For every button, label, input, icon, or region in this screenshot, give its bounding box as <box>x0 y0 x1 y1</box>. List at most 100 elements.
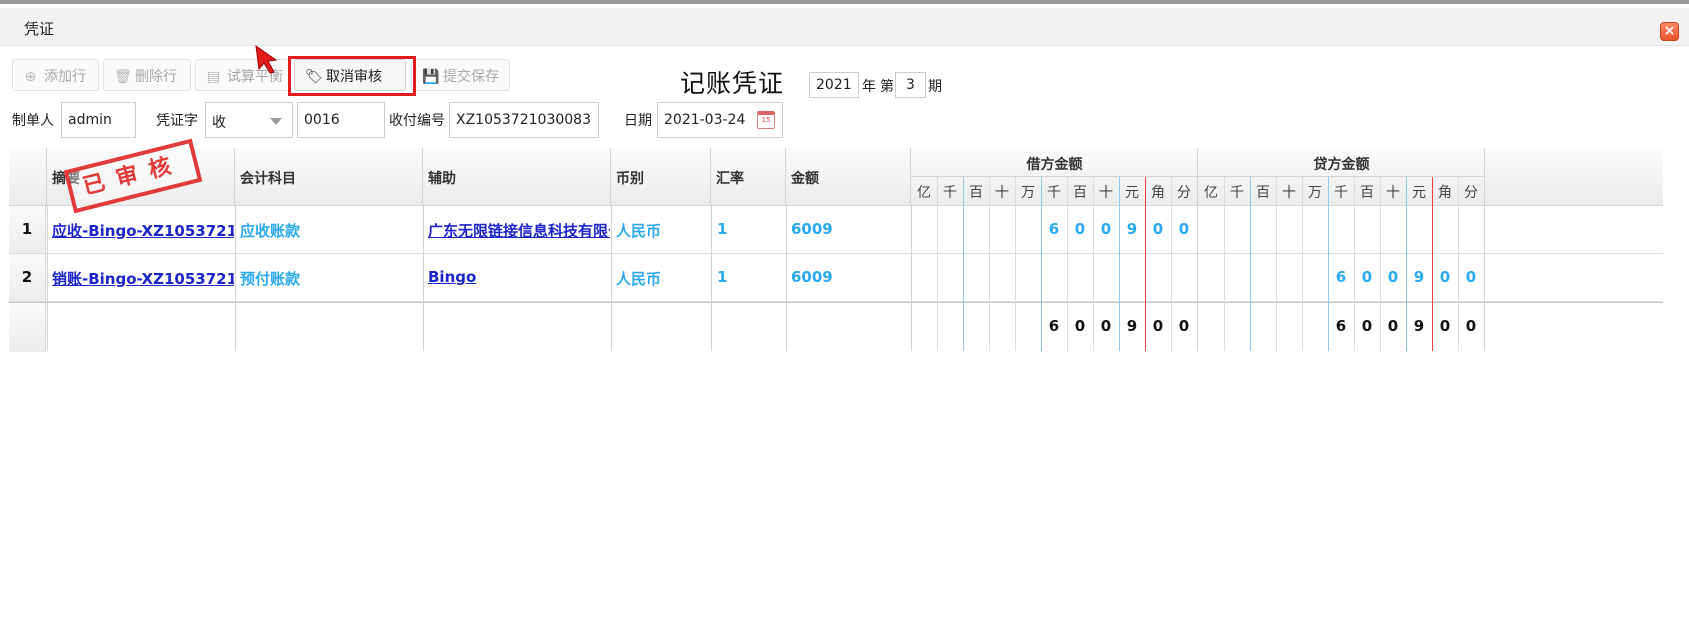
credit-digit: 0 <box>1361 268 1373 286</box>
debit-digit: 0 <box>1074 220 1086 238</box>
digit-column-line <box>1484 148 1485 351</box>
delete-row-button[interactable]: 🗑 删除行 <box>103 59 191 91</box>
row-summary-link[interactable]: 销账-Bingo-XZ1053721030083 <box>52 268 234 289</box>
voucher-title: 记账凭证 <box>680 69 785 98</box>
voucher-number-input[interactable]: 0016 <box>297 102 385 138</box>
trash-icon: 🗑 <box>114 69 132 85</box>
add-row-button[interactable]: ⊕ 添加行 <box>12 59 99 91</box>
credit-unit-label: 百 <box>1360 185 1374 201</box>
table-header: 摘要 会计科目 辅助 币别 汇率 金额 借方金额 贷方金额 亿千百 十 万 千 … <box>9 148 1663 206</box>
column-line <box>235 206 236 351</box>
row-amount[interactable]: 6009 <box>791 220 833 238</box>
table-row: 1 应收-Bingo-XZ1053721030083 应收账款 广东无限链接信息… <box>9 206 1663 254</box>
credit-digit: 0 <box>1439 268 1451 286</box>
voucher-window: 凭证 × ⊕ 添加行 🗑 删除行 ▤ 试算平衡 🏷 取消审核 💾 提交保存 记账凭证 20… <box>0 0 1689 637</box>
debit-digit: 0 <box>1152 220 1164 238</box>
digit-column-line <box>1276 177 1277 351</box>
row-summary-link[interactable]: 应收-Bingo-XZ1053721030083 <box>52 220 234 241</box>
maker-label: 制单人 <box>12 113 54 129</box>
row-currency[interactable]: 人民币 <box>616 220 661 241</box>
row-number: 1 <box>9 206 46 253</box>
total-debit-digit: 0 <box>1074 317 1086 335</box>
row-account[interactable]: 预付账款 <box>240 268 300 289</box>
credit-unit-label: 万 <box>1308 185 1322 201</box>
row-rate[interactable]: 1 <box>717 268 727 286</box>
period-input[interactable]: 3 <box>895 72 926 98</box>
submit-save-label: 提交保存 <box>443 69 499 85</box>
header-amount: 金额 <box>786 148 911 206</box>
totals-row-number <box>9 303 46 352</box>
total-credit-digit: 9 <box>1413 317 1425 335</box>
credit-unit-label: 千 <box>1334 185 1348 201</box>
debit-unit-label: 百 <box>1073 185 1087 201</box>
calendar-icon[interactable]: 15 <box>757 111 775 129</box>
header-amount-label: 金额 <box>791 171 819 187</box>
digit-column-line <box>1302 177 1303 351</box>
date-input[interactable]: 2021-03-24 15 <box>657 102 783 138</box>
row-rate[interactable]: 1 <box>717 220 727 238</box>
maker-input[interactable]: admin <box>61 102 136 138</box>
submit-save-button[interactable]: 💾 提交保存 <box>411 59 510 91</box>
column-line <box>786 206 787 351</box>
total-debit-digit: 9 <box>1126 317 1138 335</box>
digit-column-line <box>963 177 964 351</box>
header-auxiliary: 辅助 <box>423 148 611 206</box>
plus-circle-icon: ⊕ <box>24 69 37 85</box>
debit-unit-label: 亿 <box>917 185 931 201</box>
credit-unit-label: 百 <box>1256 185 1270 201</box>
row-currency[interactable]: 人民币 <box>616 268 661 289</box>
credit-unit-label: 千 <box>1230 185 1244 201</box>
header-auxiliary-label: 辅助 <box>428 171 456 187</box>
header-rate: 汇率 <box>711 148 786 206</box>
row-auxiliary-link[interactable]: 广东无限链接信息科技有限公司 <box>428 220 610 241</box>
window-titlebar: 凭证 × <box>0 8 1689 46</box>
window-title: 凭证 <box>24 20 55 38</box>
column-line <box>911 206 912 351</box>
receipt-number-input[interactable]: XZ1053721030083 <box>449 102 599 138</box>
year-label: 年 <box>862 79 876 95</box>
credit-unit-label: 十 <box>1386 185 1400 201</box>
date-value: 2021-03-24 <box>664 112 746 128</box>
voucher-word-select[interactable]: 收 <box>205 102 293 138</box>
header-debit: 借方金额 <box>911 148 1198 177</box>
pointer-arrow-icon <box>255 44 278 74</box>
save-icon: 💾 <box>422 69 440 85</box>
chevron-down-icon[interactable] <box>270 118 282 125</box>
total-credit-digit: 0 <box>1465 317 1477 335</box>
date-label: 日期 <box>624 113 652 129</box>
total-credit-digit: 0 <box>1439 317 1451 335</box>
debit-unit-label: 百 <box>969 185 983 201</box>
debit-unit-label: 万 <box>1021 185 1035 201</box>
total-credit-digit: 0 <box>1387 317 1399 335</box>
debit-unit-label: 分 <box>1177 185 1191 201</box>
digit-column-line <box>1015 177 1016 351</box>
header-currency: 币别 <box>611 148 711 206</box>
debit-unit-label: 十 <box>995 185 1009 201</box>
add-row-label: 添加行 <box>44 69 86 85</box>
calculator-icon: ▤ <box>206 69 221 85</box>
credit-digit: 0 <box>1465 268 1477 286</box>
voucher-word-value: 收 <box>212 115 226 131</box>
row-amount[interactable]: 6009 <box>791 268 833 286</box>
total-debit-digit: 0 <box>1152 317 1164 335</box>
debit-unit-label: 角 <box>1151 185 1165 201</box>
voucher-word-label: 凭证字 <box>156 113 198 129</box>
row-account[interactable]: 应收账款 <box>240 220 300 241</box>
row-auxiliary-link[interactable]: Bingo <box>428 268 610 286</box>
digit-column-line <box>1197 148 1198 351</box>
header-rate-label: 汇率 <box>716 171 744 187</box>
debit-unit-label: 千 <box>943 185 957 201</box>
year-input[interactable]: 2021 <box>809 72 859 98</box>
credit-digit: 6 <box>1335 268 1347 286</box>
receipt-number-label: 收付编号 <box>389 113 445 129</box>
close-button[interactable]: × <box>1660 22 1679 41</box>
voucher-table: 摘要 会计科目 辅助 币别 汇率 金额 借方金额 贷方金额 亿千百 十 万 千 … <box>9 148 1663 352</box>
debit-digit: 0 <box>1100 220 1112 238</box>
column-line <box>423 206 424 351</box>
total-debit-digit: 0 <box>1178 317 1190 335</box>
header-account: 会计科目 <box>235 148 423 206</box>
close-icon: × <box>1663 23 1676 39</box>
total-debit-digit: 0 <box>1100 317 1112 335</box>
total-credit-digit: 0 <box>1361 317 1373 335</box>
credit-unit-label: 角 <box>1438 185 1452 201</box>
